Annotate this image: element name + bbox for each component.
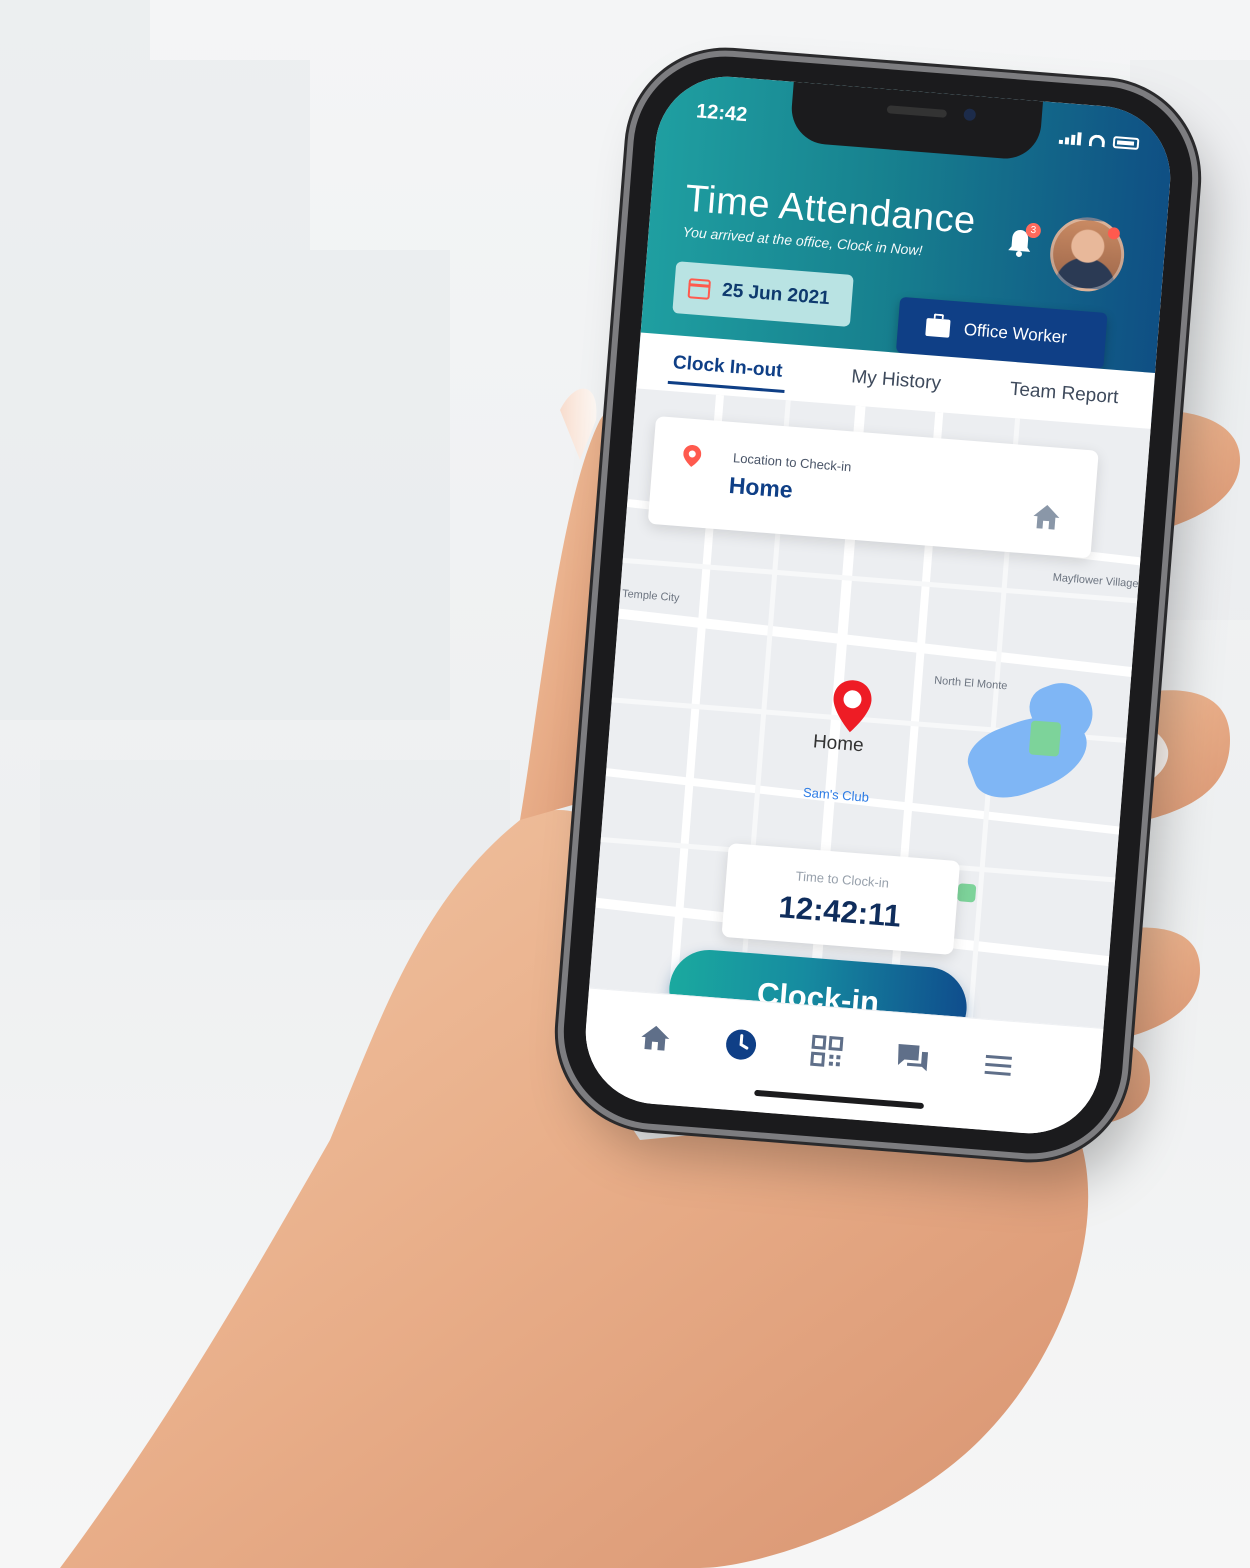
map-park — [1028, 720, 1062, 757]
calendar-icon — [687, 278, 711, 300]
map-pin-caption: Home — [812, 731, 865, 757]
tab-my-history[interactable]: My History — [846, 356, 947, 406]
map-marker-icon[interactable] — [828, 677, 876, 736]
home-icon[interactable] — [636, 1019, 675, 1058]
app-screen: 12:42 Time Attendance You arrived at the… — [580, 71, 1176, 1139]
location-name: Home — [727, 471, 794, 503]
qr-code-icon[interactable] — [807, 1032, 846, 1071]
front-camera — [963, 108, 977, 122]
role-label: Office Worker — [963, 319, 1068, 347]
clock-icon[interactable] — [722, 1025, 761, 1064]
battery-icon — [1112, 135, 1140, 150]
map-label: Temple City — [621, 587, 680, 605]
wifi-icon — [1088, 133, 1106, 147]
speaker-grille — [886, 105, 948, 118]
notification-badge: 3 — [1025, 222, 1042, 239]
briefcase-icon — [925, 317, 951, 338]
status-time: 12:42 — [695, 100, 749, 127]
location-label: Location to Check-in — [732, 450, 852, 475]
date-label: 25 Jun 2021 — [721, 279, 831, 310]
tab-team-report[interactable]: Team Report — [1004, 368, 1124, 419]
clock-card: Time to Clock-in 12:42:11 — [721, 843, 961, 955]
menu-icon[interactable] — [979, 1045, 1018, 1084]
tab-clock-in-out[interactable]: Clock In-out — [667, 342, 788, 393]
map-label: Mayflower Village — [1052, 571, 1139, 591]
chat-icon[interactable] — [893, 1039, 932, 1078]
status-icons — [1058, 131, 1140, 150]
home-indicator[interactable] — [754, 1089, 925, 1110]
date-chip[interactable]: 25 Jun 2021 — [672, 261, 854, 327]
signal-icon — [1058, 131, 1082, 146]
map-park — [957, 883, 977, 903]
location-pin-icon — [683, 444, 702, 467]
home-icon — [1033, 504, 1060, 530]
phone-device: 12:42 Time Attendance You arrived at the… — [556, 49, 1200, 1161]
